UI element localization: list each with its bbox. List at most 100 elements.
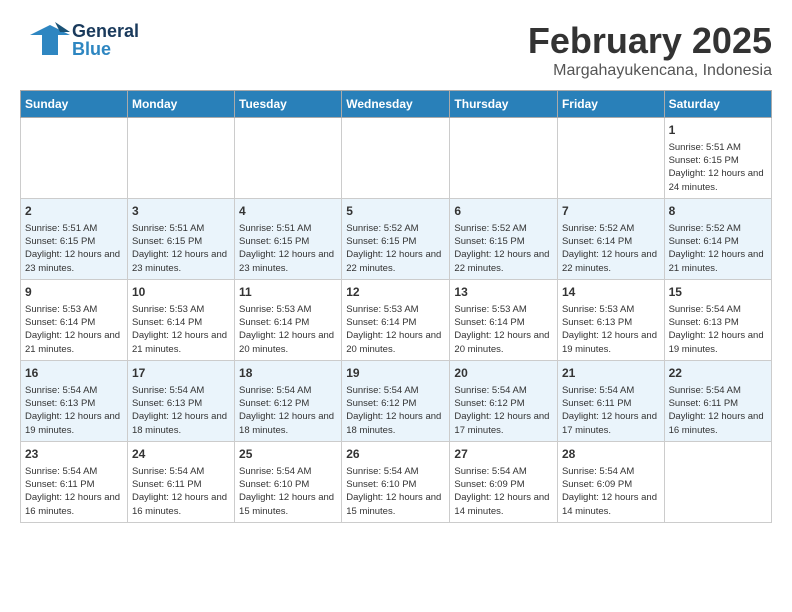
calendar-cell: 7 Sunrise: 5:52 AM Sunset: 6:14 PM Daylig… xyxy=(557,198,664,279)
day-number: 13 xyxy=(454,284,553,301)
day-info: Sunrise: 5:54 AM Sunset: 6:10 PM Dayligh… xyxy=(239,465,337,518)
calendar-cell: 1 Sunrise: 5:51 AM Sunset: 6:15 PM Daylig… xyxy=(664,118,771,199)
calendar-table: Sunday Monday Tuesday Wednesday Thursday… xyxy=(20,90,772,523)
day-info: Sunrise: 5:54 AM Sunset: 6:12 PM Dayligh… xyxy=(346,384,445,437)
day-number: 12 xyxy=(346,284,445,301)
calendar-cell: 21Sunrise: 5:54 AM Sunset: 6:11 PM Dayli… xyxy=(557,360,664,441)
day-info: Sunrise: 5:54 AM Sunset: 6:09 PM Dayligh… xyxy=(562,465,660,518)
calendar-cell xyxy=(664,441,771,522)
logo-icon xyxy=(20,20,70,60)
calendar-cell: 5 Sunrise: 5:52 AM Sunset: 6:15 PM Daylig… xyxy=(342,198,450,279)
calendar-cell: 12Sunrise: 5:53 AM Sunset: 6:14 PM Dayli… xyxy=(342,279,450,360)
day-number: 21 xyxy=(562,365,660,382)
day-number: 5 xyxy=(346,203,445,220)
calendar-cell: 4 Sunrise: 5:51 AM Sunset: 6:15 PM Daylig… xyxy=(235,198,342,279)
calendar-cell: 25 Sunrise: 5:54 AM Sunset: 6:10 PM Dayli… xyxy=(235,441,342,522)
day-info: Sunrise: 5:53 AM Sunset: 6:14 PM Dayligh… xyxy=(25,303,123,356)
calendar-cell: 10Sunrise: 5:53 AM Sunset: 6:14 PM Dayli… xyxy=(127,279,234,360)
calendar-cell: 24 Sunrise: 5:54 AM Sunset: 6:11 PM Dayli… xyxy=(127,441,234,522)
calendar-cell: 11 Sunrise: 5:53 AM Sunset: 6:14 PM Dayli… xyxy=(235,279,342,360)
day-number: 26 xyxy=(346,446,445,463)
header-wednesday: Wednesday xyxy=(342,91,450,118)
day-number: 2 xyxy=(25,203,123,220)
calendar-cell: 6Sunrise: 5:52 AM Sunset: 6:15 PM Daylig… xyxy=(450,198,558,279)
day-number: 25 xyxy=(239,446,337,463)
day-info: Sunrise: 5:54 AM Sunset: 6:11 PM Dayligh… xyxy=(132,465,230,518)
calendar-cell: 16Sunrise: 5:54 AM Sunset: 6:13 PM Dayli… xyxy=(21,360,128,441)
logo-blue: Blue xyxy=(72,40,139,58)
title-block: February 2025 Margahayukencana, Indonesi… xyxy=(528,20,772,80)
calendar-body: 1 Sunrise: 5:51 AM Sunset: 6:15 PM Daylig… xyxy=(21,118,772,523)
calendar-week-4: 16Sunrise: 5:54 AM Sunset: 6:13 PM Dayli… xyxy=(21,360,772,441)
day-info: Sunrise: 5:53 AM Sunset: 6:13 PM Dayligh… xyxy=(562,303,660,356)
calendar-cell: 2 Sunrise: 5:51 AM Sunset: 6:15 PM Daylig… xyxy=(21,198,128,279)
day-info: Sunrise: 5:51 AM Sunset: 6:15 PM Dayligh… xyxy=(669,141,767,194)
day-number: 20 xyxy=(454,365,553,382)
day-number: 15 xyxy=(669,284,767,301)
day-number: 24 xyxy=(132,446,230,463)
day-number: 19 xyxy=(346,365,445,382)
calendar-cell xyxy=(342,118,450,199)
header-row: Sunday Monday Tuesday Wednesday Thursday… xyxy=(21,91,772,118)
calendar-cell: 28 Sunrise: 5:54 AM Sunset: 6:09 PM Dayli… xyxy=(557,441,664,522)
day-number: 6 xyxy=(454,203,553,220)
day-number: 8 xyxy=(669,203,767,220)
logo: General Blue xyxy=(20,20,139,60)
logo-text: General Blue xyxy=(72,22,139,58)
day-number: 4 xyxy=(239,203,337,220)
header-monday: Monday xyxy=(127,91,234,118)
day-info: Sunrise: 5:52 AM Sunset: 6:14 PM Dayligh… xyxy=(669,222,767,275)
calendar-week-1: 1 Sunrise: 5:51 AM Sunset: 6:15 PM Daylig… xyxy=(21,118,772,199)
calendar-cell: 18Sunrise: 5:54 AM Sunset: 6:12 PM Dayli… xyxy=(235,360,342,441)
day-number: 11 xyxy=(239,284,337,301)
day-number: 7 xyxy=(562,203,660,220)
calendar-cell: 9 Sunrise: 5:53 AM Sunset: 6:14 PM Daylig… xyxy=(21,279,128,360)
calendar-cell: 3 Sunrise: 5:51 AM Sunset: 6:15 PM Daylig… xyxy=(127,198,234,279)
day-number: 14 xyxy=(562,284,660,301)
day-info: Sunrise: 5:52 AM Sunset: 6:15 PM Dayligh… xyxy=(346,222,445,275)
day-info: Sunrise: 5:51 AM Sunset: 6:15 PM Dayligh… xyxy=(132,222,230,275)
day-info: Sunrise: 5:53 AM Sunset: 6:14 PM Dayligh… xyxy=(239,303,337,356)
calendar-cell: 17 Sunrise: 5:54 AM Sunset: 6:13 PM Dayli… xyxy=(127,360,234,441)
calendar-week-5: 23 Sunrise: 5:54 AM Sunset: 6:11 PM Dayli… xyxy=(21,441,772,522)
day-info: Sunrise: 5:54 AM Sunset: 6:13 PM Dayligh… xyxy=(669,303,767,356)
day-number: 22 xyxy=(669,365,767,382)
day-info: Sunrise: 5:54 AM Sunset: 6:11 PM Dayligh… xyxy=(25,465,123,518)
month-title: February 2025 xyxy=(528,20,772,62)
day-info: Sunrise: 5:54 AM Sunset: 6:09 PM Dayligh… xyxy=(454,465,553,518)
day-number: 28 xyxy=(562,446,660,463)
header-sunday: Sunday xyxy=(21,91,128,118)
day-number: 3 xyxy=(132,203,230,220)
day-info: Sunrise: 5:51 AM Sunset: 6:15 PM Dayligh… xyxy=(239,222,337,275)
page-header: General Blue February 2025 Margahayukenc… xyxy=(20,20,772,80)
calendar-cell: 13Sunrise: 5:53 AM Sunset: 6:14 PM Dayli… xyxy=(450,279,558,360)
logo-general: General xyxy=(72,22,139,40)
calendar-cell xyxy=(450,118,558,199)
calendar-cell: 23 Sunrise: 5:54 AM Sunset: 6:11 PM Dayli… xyxy=(21,441,128,522)
day-number: 1 xyxy=(669,122,767,139)
day-info: Sunrise: 5:54 AM Sunset: 6:11 PM Dayligh… xyxy=(669,384,767,437)
day-info: Sunrise: 5:54 AM Sunset: 6:10 PM Dayligh… xyxy=(346,465,445,518)
day-number: 23 xyxy=(25,446,123,463)
calendar-cell: 27 Sunrise: 5:54 AM Sunset: 6:09 PM Dayli… xyxy=(450,441,558,522)
header-thursday: Thursday xyxy=(450,91,558,118)
day-number: 18 xyxy=(239,365,337,382)
calendar-cell: 19 Sunrise: 5:54 AM Sunset: 6:12 PM Dayli… xyxy=(342,360,450,441)
calendar-week-3: 9 Sunrise: 5:53 AM Sunset: 6:14 PM Daylig… xyxy=(21,279,772,360)
calendar-week-2: 2 Sunrise: 5:51 AM Sunset: 6:15 PM Daylig… xyxy=(21,198,772,279)
day-info: Sunrise: 5:54 AM Sunset: 6:13 PM Dayligh… xyxy=(132,384,230,437)
header-saturday: Saturday xyxy=(664,91,771,118)
calendar-cell: 14 Sunrise: 5:53 AM Sunset: 6:13 PM Dayli… xyxy=(557,279,664,360)
day-number: 27 xyxy=(454,446,553,463)
day-number: 17 xyxy=(132,365,230,382)
day-info: Sunrise: 5:54 AM Sunset: 6:12 PM Dayligh… xyxy=(454,384,553,437)
calendar-cell: 20 Sunrise: 5:54 AM Sunset: 6:12 PM Dayli… xyxy=(450,360,558,441)
day-info: Sunrise: 5:51 AM Sunset: 6:15 PM Dayligh… xyxy=(25,222,123,275)
calendar-cell: 26 Sunrise: 5:54 AM Sunset: 6:10 PM Dayli… xyxy=(342,441,450,522)
day-number: 9 xyxy=(25,284,123,301)
calendar-cell xyxy=(557,118,664,199)
day-info: Sunrise: 5:52 AM Sunset: 6:14 PM Dayligh… xyxy=(562,222,660,275)
location-subtitle: Margahayukencana, Indonesia xyxy=(528,62,772,80)
calendar-header: Sunday Monday Tuesday Wednesday Thursday… xyxy=(21,91,772,118)
day-info: Sunrise: 5:54 AM Sunset: 6:13 PM Dayligh… xyxy=(25,384,123,437)
